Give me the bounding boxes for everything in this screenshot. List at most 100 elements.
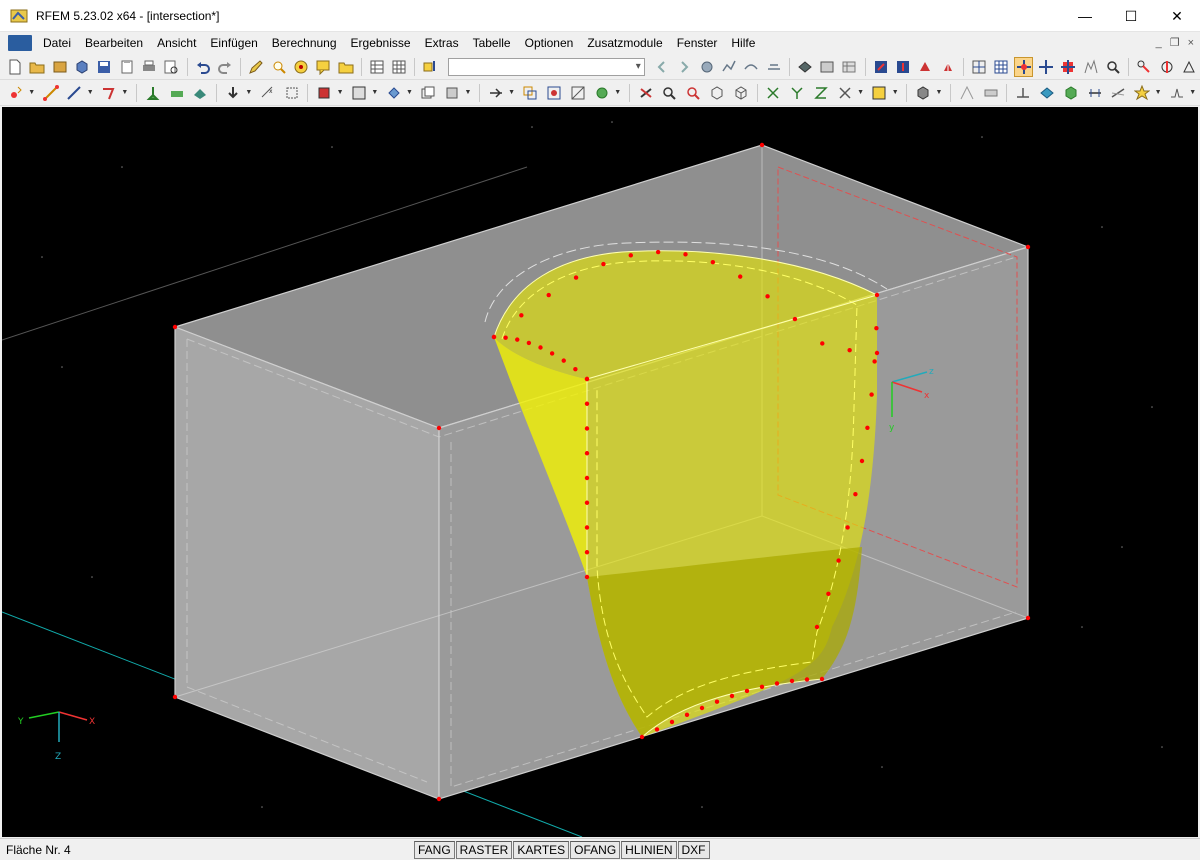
undo-button[interactable] xyxy=(194,57,212,77)
new-file-button[interactable] xyxy=(6,57,24,77)
node-point[interactable] xyxy=(872,359,877,364)
node-point[interactable] xyxy=(819,676,825,682)
chevron-down-icon[interactable]: ▼ xyxy=(406,83,414,103)
chevron-down-icon[interactable]: ▼ xyxy=(891,83,899,103)
menu-ansicht[interactable]: Ansicht xyxy=(150,32,203,54)
visibility-button[interactable] xyxy=(981,83,1001,103)
folder-button[interactable] xyxy=(336,57,354,77)
box-view-button[interactable] xyxy=(707,83,727,103)
redo-button[interactable] xyxy=(216,57,234,77)
frame-button[interactable] xyxy=(282,83,302,103)
model-button[interactable] xyxy=(73,57,91,77)
node-point[interactable] xyxy=(853,492,858,497)
max-values-button[interactable] xyxy=(720,57,738,77)
chevron-down-icon[interactable]: ▼ xyxy=(121,83,129,103)
filter-button[interactable] xyxy=(1082,57,1100,77)
node-point[interactable] xyxy=(584,451,590,456)
view-y-button[interactable] xyxy=(894,57,912,77)
save-button[interactable] xyxy=(95,57,113,77)
grid-table-button[interactable] xyxy=(390,57,408,77)
node-point[interactable] xyxy=(519,313,524,318)
status-fang-button[interactable]: FANG xyxy=(414,841,455,859)
section-cut-button[interactable] xyxy=(1085,83,1105,103)
node-point[interactable] xyxy=(584,376,590,382)
node-point[interactable] xyxy=(436,796,442,802)
doc-minimize-button[interactable]: _ xyxy=(1156,32,1162,54)
axis-x-button[interactable] xyxy=(764,83,784,103)
node-point[interactable] xyxy=(601,261,606,267)
close-window-button[interactable]: ✕ xyxy=(1154,0,1200,32)
move-button[interactable] xyxy=(384,83,404,103)
node-point[interactable] xyxy=(714,699,720,704)
menu-berechnung[interactable]: Berechnung xyxy=(265,32,344,54)
minimize-button[interactable]: — xyxy=(1062,0,1108,32)
star-button[interactable] xyxy=(1132,83,1152,103)
guide-line-button[interactable] xyxy=(957,83,977,103)
node-point[interactable] xyxy=(792,316,798,322)
merge-button[interactable] xyxy=(544,83,564,103)
chevron-down-icon[interactable]: ▼ xyxy=(464,83,472,103)
color-button[interactable] xyxy=(870,83,890,103)
deformation-button[interactable] xyxy=(742,57,760,77)
node-point[interactable] xyxy=(1025,244,1031,250)
open-project-button[interactable] xyxy=(51,57,69,77)
chevron-down-icon[interactable]: ▼ xyxy=(1189,83,1197,103)
search-objects-button[interactable] xyxy=(1104,57,1122,77)
node-point[interactable] xyxy=(561,358,566,363)
menu-fenster[interactable]: Fenster xyxy=(670,32,725,54)
menu-einfuegen[interactable]: Einfügen xyxy=(203,32,264,54)
node-point[interactable] xyxy=(515,337,520,342)
view-z-button[interactable] xyxy=(916,57,934,77)
node-point[interactable] xyxy=(820,341,825,346)
new-member-button[interactable] xyxy=(64,83,84,103)
render-button[interactable] xyxy=(913,83,933,103)
model-scene[interactable]: z x y X Y Z xyxy=(2,107,1198,837)
new-polyline-button[interactable] xyxy=(99,83,119,103)
node-point[interactable] xyxy=(774,681,780,686)
node-tool-button[interactable] xyxy=(1135,57,1153,77)
node-point[interactable] xyxy=(699,705,705,711)
axis-z-button[interactable] xyxy=(811,83,831,103)
maximize-button[interactable]: ☐ xyxy=(1108,0,1154,32)
node-point[interactable] xyxy=(172,324,178,330)
chevron-down-icon[interactable]: ▼ xyxy=(86,83,94,103)
active-view-button[interactable] xyxy=(1014,56,1033,77)
next-button[interactable] xyxy=(675,57,693,77)
copy-button[interactable] xyxy=(418,83,438,103)
surface-support-button[interactable] xyxy=(190,83,210,103)
status-ofang-button[interactable]: OFANG xyxy=(570,841,621,859)
node-point[interactable] xyxy=(549,351,555,356)
node-point[interactable] xyxy=(1025,615,1031,621)
node-point[interactable] xyxy=(584,525,590,530)
node-point[interactable] xyxy=(684,712,690,718)
3d-viewport[interactable]: z x y X Y Z xyxy=(2,107,1198,837)
menu-zusatzmodule[interactable]: Zusatzmodule xyxy=(580,32,669,54)
support-button[interactable] xyxy=(143,83,163,103)
menu-ergebnisse[interactable]: Ergebnisse xyxy=(344,32,418,54)
view-table-button[interactable] xyxy=(840,57,858,77)
node-point[interactable] xyxy=(538,345,543,350)
node-point[interactable] xyxy=(869,392,874,397)
display-button[interactable] xyxy=(970,57,988,77)
status-dxf-button[interactable]: DXF xyxy=(677,841,710,859)
solid-model-button[interactable] xyxy=(1061,83,1081,103)
node-point[interactable] xyxy=(654,727,660,732)
node-point[interactable] xyxy=(865,425,870,430)
values-button[interactable] xyxy=(764,57,782,77)
select-button[interactable] xyxy=(314,83,334,103)
check-button[interactable] xyxy=(636,83,656,103)
node-point[interactable] xyxy=(172,694,178,700)
status-kartes-button[interactable]: KARTES xyxy=(513,841,570,859)
node-point[interactable] xyxy=(436,425,442,431)
node-point[interactable] xyxy=(759,684,765,689)
chevron-down-icon[interactable]: ▼ xyxy=(935,83,943,103)
node-point[interactable] xyxy=(584,475,590,481)
mirror-button[interactable] xyxy=(1180,57,1198,77)
print-button[interactable] xyxy=(140,57,158,77)
load-case-combo[interactable] xyxy=(447,57,645,76)
node-point[interactable] xyxy=(503,335,508,340)
view-iso-button[interactable] xyxy=(939,57,957,77)
status-hlinien-button[interactable]: HLINIEN xyxy=(621,841,677,859)
doc-restore-button[interactable]: ❐ xyxy=(1170,32,1180,54)
connect-button[interactable] xyxy=(486,83,506,103)
